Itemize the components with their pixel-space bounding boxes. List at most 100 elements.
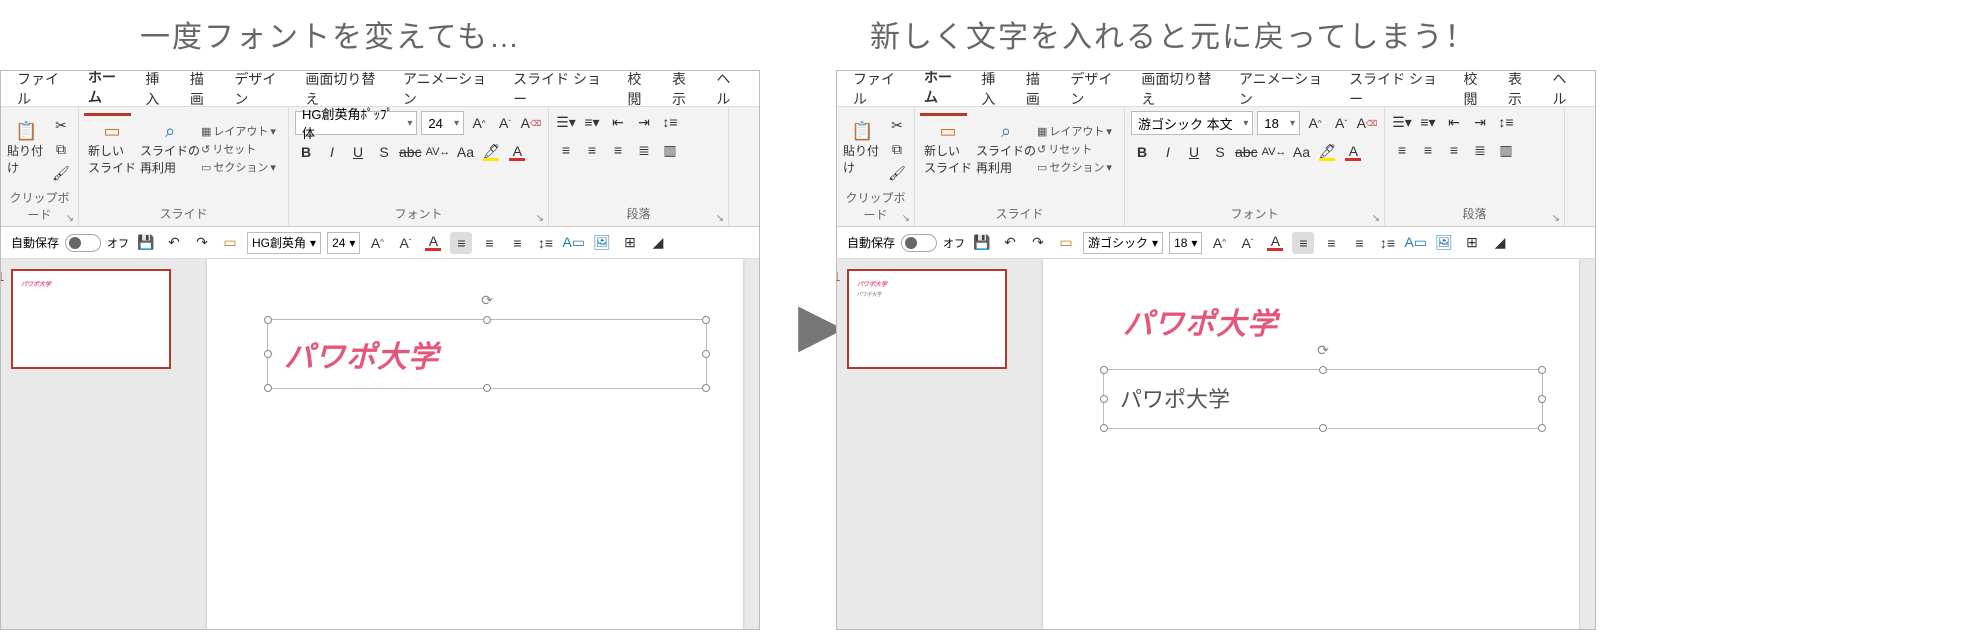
change-case-button[interactable]: Aa bbox=[1290, 141, 1312, 163]
resize-handle[interactable] bbox=[1100, 424, 1108, 432]
resize-handle[interactable] bbox=[1100, 395, 1108, 403]
qat-font-selector[interactable]: HG創英角 ▾ bbox=[247, 232, 321, 254]
save-button[interactable]: 💾 bbox=[971, 232, 993, 254]
resize-handle[interactable] bbox=[1538, 366, 1546, 374]
resize-handle[interactable] bbox=[1319, 424, 1327, 432]
font-size-selector[interactable]: 24 bbox=[421, 111, 464, 135]
dialog-launcher-icon[interactable]: ↘ bbox=[1552, 213, 1560, 224]
numbering-button[interactable]: ≡▾ bbox=[581, 111, 603, 133]
resize-handle[interactable] bbox=[702, 350, 710, 358]
resize-handle[interactable] bbox=[1538, 424, 1546, 432]
redo-button[interactable]: ↷ bbox=[191, 232, 213, 254]
paste-button[interactable]: 📋 貼り付け bbox=[843, 111, 882, 187]
qat-size-selector[interactable]: 24 ▾ bbox=[327, 232, 360, 254]
resize-handle[interactable] bbox=[483, 384, 491, 392]
font-name-selector[interactable]: 游ゴシック 本文 bbox=[1131, 111, 1253, 135]
italic-button[interactable]: I bbox=[1157, 141, 1179, 163]
paste-button[interactable]: 📋 貼り付け bbox=[7, 111, 46, 187]
qat-increase-font[interactable]: A^ bbox=[1208, 232, 1230, 254]
align-right-button[interactable]: ≡ bbox=[607, 139, 629, 161]
cut-button[interactable]: ✂ bbox=[886, 114, 908, 136]
qat-shape-fill[interactable]: ◢ bbox=[647, 232, 669, 254]
dialog-launcher-icon[interactable]: ↘ bbox=[902, 213, 910, 224]
line-spacing-button[interactable]: ↕≡ bbox=[659, 111, 681, 133]
section-button[interactable]: ▭セクション ▾ bbox=[201, 159, 276, 175]
underline-button[interactable]: U bbox=[1183, 141, 1205, 163]
layout-button[interactable]: ▦レイアウト ▾ bbox=[1037, 123, 1112, 139]
qat-align-center[interactable]: ≡ bbox=[478, 232, 500, 254]
shadow-button[interactable]: S bbox=[1209, 141, 1231, 163]
resize-handle[interactable] bbox=[1100, 366, 1108, 374]
indent-increase-button[interactable]: ⇥ bbox=[633, 111, 655, 133]
autosave-toggle[interactable] bbox=[901, 234, 937, 252]
bullets-button[interactable]: ☰▾ bbox=[1391, 111, 1413, 133]
change-case-button[interactable]: Aa bbox=[454, 141, 476, 163]
qat-shape-fill[interactable]: ◢ bbox=[1489, 232, 1511, 254]
slide-canvas[interactable]: ⟳ パワポ大学 bbox=[191, 259, 759, 630]
cut-button[interactable]: ✂ bbox=[50, 114, 72, 136]
new-slide-button[interactable]: ▭ 新しい スライド bbox=[921, 111, 975, 187]
new-slide-button[interactable]: ▭ 新しい スライド bbox=[85, 111, 139, 187]
decrease-font-button[interactable]: Aˇ bbox=[494, 112, 516, 134]
dialog-launcher-icon[interactable]: ↘ bbox=[66, 213, 74, 224]
qat-line-spacing[interactable]: ↕≡ bbox=[534, 232, 556, 254]
increase-font-button[interactable]: A^ bbox=[1304, 112, 1326, 134]
rotate-handle-icon[interactable]: ⟳ bbox=[481, 292, 493, 309]
resize-handle[interactable] bbox=[264, 350, 272, 358]
qat-font-color[interactable]: A bbox=[422, 232, 444, 254]
char-spacing-button[interactable]: AV↔ bbox=[1262, 141, 1287, 163]
bold-button[interactable]: B bbox=[1131, 141, 1153, 163]
highlight-button[interactable]: 🖊 bbox=[1316, 141, 1338, 163]
rotate-handle-icon[interactable]: ⟳ bbox=[1317, 342, 1329, 359]
format-painter-button[interactable]: 🖌 bbox=[886, 162, 908, 184]
resize-handle[interactable] bbox=[702, 384, 710, 392]
layout-button[interactable]: ▦レイアウト ▾ bbox=[201, 123, 276, 139]
bold-button[interactable]: B bbox=[295, 141, 317, 163]
align-center-button[interactable]: ≡ bbox=[1417, 139, 1439, 161]
qat-decrease-font[interactable]: Aˇ bbox=[1236, 232, 1258, 254]
underline-button[interactable]: U bbox=[347, 141, 369, 163]
italic-button[interactable]: I bbox=[321, 141, 343, 163]
highlight-button[interactable]: 🖊 bbox=[480, 141, 502, 163]
resize-handle[interactable] bbox=[1538, 395, 1546, 403]
qat-picture[interactable]: 🖼 bbox=[591, 232, 613, 254]
increase-font-button[interactable]: A^ bbox=[468, 112, 490, 134]
section-button[interactable]: ▭セクション ▾ bbox=[1037, 159, 1112, 175]
undo-button[interactable]: ↶ bbox=[163, 232, 185, 254]
qat-line-spacing[interactable]: ↕≡ bbox=[1376, 232, 1398, 254]
resize-handle[interactable] bbox=[264, 384, 272, 392]
align-left-button[interactable]: ≡ bbox=[555, 139, 577, 161]
font-name-selector[interactable]: HG創英角ﾎﾟｯﾌﾟ体 bbox=[295, 111, 417, 135]
align-justify-button[interactable]: ≣ bbox=[633, 139, 655, 161]
numbering-button[interactable]: ≡▾ bbox=[1417, 111, 1439, 133]
font-color-button[interactable]: A bbox=[1342, 141, 1364, 163]
undo-button[interactable]: ↶ bbox=[999, 232, 1021, 254]
align-center-button[interactable]: ≡ bbox=[581, 139, 603, 161]
resize-handle[interactable] bbox=[1319, 366, 1327, 374]
present-button[interactable]: ▭ bbox=[219, 232, 241, 254]
redo-button[interactable]: ↷ bbox=[1027, 232, 1049, 254]
textbox-selected[interactable]: ⟳ パワポ大学 bbox=[1103, 369, 1543, 429]
shadow-button[interactable]: S bbox=[373, 141, 395, 163]
dialog-launcher-icon[interactable]: ↘ bbox=[716, 213, 724, 224]
qat-align-objects[interactable]: ⊞ bbox=[619, 232, 641, 254]
reset-button[interactable]: ↺リセット bbox=[1037, 141, 1112, 157]
reset-button[interactable]: ↺リセット bbox=[201, 141, 276, 157]
strike-button[interactable]: abc bbox=[1235, 141, 1258, 163]
qat-font-color[interactable]: A bbox=[1264, 232, 1286, 254]
slide-thumbnail[interactable]: パワポ大学 パワポ大学 bbox=[847, 269, 1007, 369]
columns-button[interactable]: ▥ bbox=[659, 139, 681, 161]
textbox-selected[interactable]: ⟳ パワポ大学 bbox=[267, 319, 707, 389]
dialog-launcher-icon[interactable]: ↘ bbox=[1372, 213, 1380, 224]
reuse-slides-button[interactable]: ⌕ スライドの 再利用 bbox=[979, 111, 1033, 187]
align-left-button[interactable]: ≡ bbox=[1391, 139, 1413, 161]
qat-align-left[interactable]: ≡ bbox=[450, 232, 472, 254]
resize-handle[interactable] bbox=[702, 316, 710, 324]
clear-formatting-button[interactable]: A⌫ bbox=[520, 112, 542, 134]
slide-thumbnail[interactable]: パワポ大学 bbox=[11, 269, 171, 369]
columns-button[interactable]: ▥ bbox=[1495, 139, 1517, 161]
qat-decrease-font[interactable]: Aˇ bbox=[394, 232, 416, 254]
char-spacing-button[interactable]: AV↔ bbox=[426, 141, 451, 163]
line-spacing-button[interactable]: ↕≡ bbox=[1495, 111, 1517, 133]
qat-font-selector[interactable]: 游ゴシック ▾ bbox=[1083, 232, 1163, 254]
